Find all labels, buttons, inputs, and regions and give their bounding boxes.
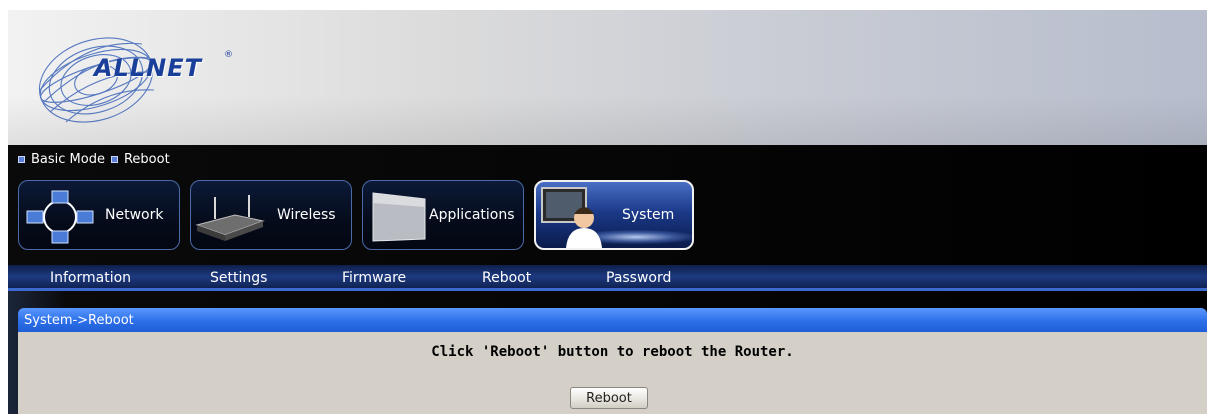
applications-icon bbox=[372, 192, 426, 242]
subnav-information[interactable]: Information bbox=[50, 265, 131, 291]
subnav-firmware[interactable]: Firmware bbox=[342, 265, 406, 291]
bullet-square-icon bbox=[110, 155, 118, 163]
registered-mark: ® bbox=[224, 50, 233, 60]
subnav-reboot[interactable]: Reboot bbox=[482, 265, 531, 291]
reboot-message: Click 'Reboot' button to reboot the Rout… bbox=[431, 344, 794, 360]
router-admin-frame: ALLNET ® Basic Mode Reboot Network Wirel… bbox=[8, 10, 1207, 414]
reboot-panel: Click 'Reboot' button to reboot the Rout… bbox=[18, 332, 1207, 414]
breadcrumb-item-basic-mode[interactable]: Basic Mode bbox=[31, 152, 105, 167]
nav-applications-button[interactable]: Applications bbox=[362, 180, 524, 250]
reboot-button[interactable]: Reboot bbox=[570, 387, 648, 409]
nav-network-label: Network bbox=[105, 207, 164, 223]
subnav-settings[interactable]: Settings bbox=[210, 265, 267, 291]
nav-system-button[interactable]: System bbox=[534, 180, 694, 250]
system-user-icon bbox=[541, 187, 602, 248]
breadcrumb-item-reboot: Reboot bbox=[123, 151, 170, 167]
nav-wireless-button[interactable]: Wireless bbox=[190, 180, 352, 250]
router-icon bbox=[195, 195, 265, 241]
panel-title: System->Reboot bbox=[18, 308, 1207, 332]
bullet-square-icon bbox=[18, 155, 25, 163]
nav-wireless-label: Wireless bbox=[277, 207, 336, 223]
nav-applications-label: Applications bbox=[429, 207, 515, 223]
breadcrumb: Basic Mode Reboot bbox=[18, 150, 170, 168]
nav-network-button[interactable]: Network bbox=[18, 180, 180, 250]
subnav-password[interactable]: Password bbox=[606, 265, 671, 291]
logo-text: ALLNET bbox=[94, 54, 203, 82]
nav-system-label: System bbox=[622, 207, 675, 223]
header: ALLNET ® bbox=[8, 10, 1207, 145]
network-icon bbox=[26, 190, 94, 244]
